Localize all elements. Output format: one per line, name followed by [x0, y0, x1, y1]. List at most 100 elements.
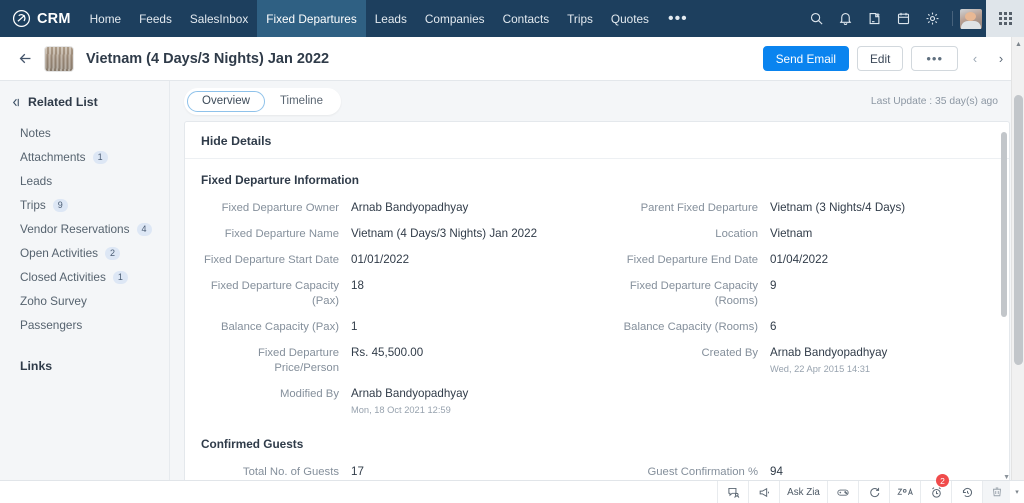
sidebar-item-attachments[interactable]: Attachments 1 [0, 145, 169, 169]
field-fixed-departure-end-date: Fixed Departure End Date 01/04/2022 [610, 247, 991, 273]
related-list-header[interactable]: Related List [0, 95, 169, 109]
bottom-bar-expand-caret-icon[interactable]: ▾ [1010, 481, 1024, 503]
chat-support-icon[interactable] [717, 481, 748, 503]
field-value[interactable]: 01/04/2022 [770, 252, 991, 267]
field-label: Total No. of Guests [242, 466, 339, 478]
app-switcher-grid-icon[interactable] [986, 0, 1024, 37]
field-value[interactable]: 9 [770, 278, 991, 293]
sidebar-item-passengers[interactable]: Passengers [0, 313, 169, 337]
grid-dots [998, 12, 1012, 25]
field-label: Fixed Departure Owner [221, 202, 339, 214]
previous-record-button[interactable]: ‹ [966, 47, 984, 71]
megaphone-announcement-icon[interactable] [748, 481, 779, 503]
field-label: Modified By [279, 388, 339, 400]
status-badge: 1 [92, 150, 108, 164]
gear-settings-icon[interactable] [919, 6, 945, 32]
page-scrollbar-thumb[interactable] [1014, 95, 1023, 365]
record-thumbnail [44, 45, 74, 72]
user-avatar[interactable] [960, 8, 982, 29]
sidebar-item-open-activities[interactable]: Open Activities 2 [0, 241, 169, 265]
zoho-crm-logo-icon [12, 9, 31, 28]
edit-button[interactable]: Edit [857, 46, 904, 71]
sidebar-item-label: Attachments [20, 150, 86, 164]
field-label: Fixed Departure Price/Person [258, 347, 339, 374]
nav-item-more[interactable]: ••• [658, 0, 698, 37]
field-fixed-departure-name: Fixed Departure Name Vietnam (4 Days/3 N… [191, 221, 572, 247]
details-scrollbar-thumb[interactable] [1001, 132, 1007, 317]
field-value[interactable]: Arnab Bandyopadhyay Wed, 22 Apr 2015 14:… [770, 345, 991, 377]
tab-timeline[interactable]: Timeline [265, 91, 338, 112]
brand-logo-group[interactable]: CRM [0, 0, 81, 37]
fields-column-left: Fixed Departure Owner Arnab Bandyopadhya… [191, 195, 572, 423]
tab-overview[interactable]: Overview [187, 90, 265, 112]
nav-item-contacts[interactable]: Contacts [494, 0, 559, 37]
add-note-icon[interactable] [861, 6, 887, 32]
last-update-text: Last Update : 35 day(s) ago [870, 95, 998, 107]
next-record-button[interactable]: › [992, 47, 1010, 71]
scroll-up-arrow-icon[interactable]: ▲ [1012, 37, 1024, 51]
field-total-no-of-guests: Total No. of Guests 17 [191, 459, 572, 480]
sidebar-item-leads[interactable]: Leads [0, 169, 169, 193]
page-scrollbar[interactable]: ▲ [1011, 37, 1024, 480]
nav-item-fixed-departures[interactable]: Fixed Departures [257, 0, 366, 37]
field-value-text: Arnab Bandyopadhyay [351, 387, 469, 400]
bottom-bar-collapse-caret-icon[interactable]: ▼ [1003, 474, 1010, 481]
bell-notification-icon[interactable] [832, 6, 858, 32]
field-label: Fixed Departure End Date [626, 254, 758, 266]
hide-details-toggle[interactable]: Hide Details [185, 122, 1009, 159]
gamification-icon[interactable] [827, 481, 858, 503]
field-location: Location Vietnam [610, 221, 991, 247]
field-value[interactable]: 17 [351, 464, 572, 479]
nav-item-quotes[interactable]: Quotes [602, 0, 658, 37]
sidebar-item-zoho-survey[interactable]: Zoho Survey [0, 289, 169, 313]
more-actions-button[interactable]: ••• [911, 46, 958, 71]
sidebar-item-notes[interactable]: Notes [0, 121, 169, 145]
record-header: Vietnam (4 Days/3 Nights) Jan 2022 Send … [0, 37, 1024, 81]
field-value[interactable]: Vietnam [770, 226, 991, 241]
refresh-rotate-icon[interactable] [858, 481, 889, 503]
record-actions: Send Email Edit ••• ‹ › [762, 46, 1010, 71]
search-icon[interactable] [803, 6, 829, 32]
sidebar-item-vendor-reservations[interactable]: Vendor Reservations 4 [0, 217, 169, 241]
nav-item-home[interactable]: Home [81, 0, 130, 37]
sidebar-item-closed-activities[interactable]: Closed Activities 1 [0, 265, 169, 289]
field-value[interactable]: 01/01/2022 [351, 252, 572, 267]
nav-item-trips[interactable]: Trips [558, 0, 602, 37]
field-value[interactable]: 94 [770, 464, 991, 479]
field-label: Fixed Departure Capacity (Pax) [210, 280, 339, 307]
sidebar-item-label: Open Activities [20, 246, 99, 260]
ask-zia-button[interactable]: Ask Zia [779, 481, 827, 503]
section-title-fixed-departure: Fixed Departure Information [201, 173, 359, 187]
field-value[interactable]: Arnab Bandyopadhyay Mon, 18 Oct 2021 12:… [351, 386, 572, 418]
collapse-panel-icon[interactable] [10, 97, 21, 108]
recent-history-icon[interactable] [951, 481, 982, 503]
field-value[interactable]: Rs. 45,500.00 [351, 345, 572, 360]
field-value[interactable]: 6 [770, 319, 991, 334]
page-title: Vietnam (4 Days/3 Nights) Jan 2022 [86, 50, 330, 67]
field-value[interactable]: Vietnam (4 Days/3 Nights) Jan 2022 [351, 226, 572, 241]
field-label: Fixed Departure Name [224, 228, 339, 240]
related-list-title: Related List [28, 95, 98, 109]
send-email-button[interactable]: Send Email [762, 46, 850, 71]
field-label: Created By [701, 347, 758, 359]
recycle-bin-icon[interactable] [982, 481, 1010, 503]
field-value[interactable]: 1 [351, 319, 572, 334]
nav-item-companies[interactable]: Companies [416, 0, 494, 37]
calendar-icon[interactable] [890, 6, 916, 32]
sidebar-item-trips[interactable]: Trips 9 [0, 193, 169, 217]
tab-group: Overview Timeline [184, 87, 341, 115]
body-wrapper: Related List Notes Attachments 1 Leads T… [0, 37, 1024, 480]
nav-item-leads[interactable]: Leads [366, 0, 416, 37]
nav-item-salesinbox[interactable]: SalesInbox [181, 0, 257, 37]
reminder-alarm-icon[interactable]: 2 [920, 474, 951, 503]
zia-voice-icon[interactable] [889, 481, 920, 503]
field-value[interactable]: Vietnam (3 Nights/4 Days) [770, 200, 991, 215]
field-value[interactable]: Arnab Bandyopadhyay [351, 200, 572, 215]
field-fixed-departure-price-person: Fixed Departure Price/Person Rs. 45,500.… [191, 340, 572, 381]
links-section-title: Links [20, 359, 53, 373]
top-navigation-bar: CRM Home Feeds SalesInbox Fixed Departur… [0, 0, 1024, 37]
field-value[interactable]: 18 [351, 278, 572, 293]
nav-item-feeds[interactable]: Feeds [130, 0, 181, 37]
back-button[interactable] [12, 46, 38, 72]
